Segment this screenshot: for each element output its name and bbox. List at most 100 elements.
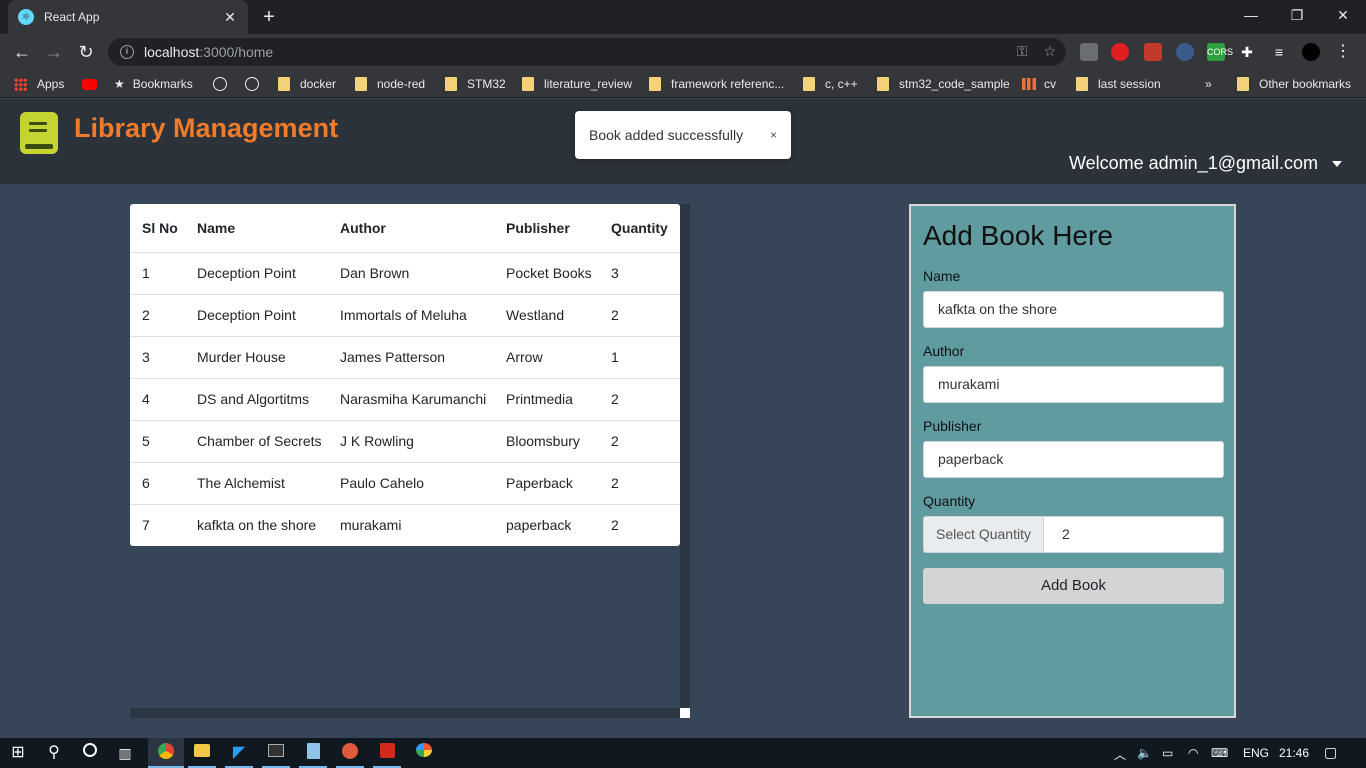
cell-publisher: Pocket Books	[506, 265, 592, 281]
cell-quantity: 2	[611, 433, 619, 449]
bookmark-apps[interactable]: Apps	[14, 76, 64, 92]
forward-button[interactable]: →	[42, 40, 66, 64]
header-sl-no: Sl No	[142, 219, 178, 236]
key-icon[interactable]: ⚿	[1017, 43, 1028, 60]
add-book-button[interactable]: Add Book	[923, 568, 1224, 604]
windows-start-icon[interactable]: ⊞	[8, 743, 28, 763]
wifi-icon[interactable]: ◠	[1188, 746, 1198, 760]
bookmark-cv[interactable]: cv	[1022, 76, 1056, 92]
restore-button[interactable]: ❐	[1274, 0, 1320, 32]
cortana-icon[interactable]	[80, 743, 100, 763]
bookmark-literature-review[interactable]: literature_review	[522, 76, 632, 92]
profile-avatar[interactable]	[1302, 43, 1320, 61]
cell-publisher: paperback	[506, 517, 572, 534]
name-input[interactable]: kafkta on the shore	[923, 291, 1224, 328]
star-icon[interactable]: ☆	[1043, 43, 1056, 60]
tab-title: React App	[44, 10, 100, 24]
chrome-icon	[156, 743, 176, 763]
notepad-icon[interactable]	[303, 743, 323, 763]
pdf-reader-icon[interactable]	[377, 743, 397, 763]
task-view-icon[interactable]: ▥	[115, 743, 135, 763]
terminal-icon[interactable]	[266, 743, 286, 763]
url-path: :3000/home	[199, 44, 274, 60]
folder-icon	[1076, 77, 1088, 91]
cell-sl-no: 3	[142, 349, 150, 365]
add-book-form: Add Book Here Name kafkta on the shore A…	[909, 204, 1236, 718]
quantity-input[interactable]: 2	[1044, 516, 1224, 553]
browser-tab[interactable]: ⚛ React App ✕	[8, 0, 248, 34]
bookmark-stm32-code-sample[interactable]: stm32_code_sample	[877, 76, 1010, 92]
globe-icon	[245, 77, 259, 91]
cell-publisher: Westland	[506, 307, 565, 323]
bookmark-framework-reference[interactable]: framework referenc...	[649, 76, 784, 92]
browser-toolbar: ← → ↻ i localhost:3000/home ⚿ ☆ CORS ✚ ≡…	[0, 34, 1366, 70]
minimize-button[interactable]: —	[1228, 0, 1274, 32]
file-explorer-icon[interactable]	[192, 743, 212, 763]
keyboard-icon[interactable]: ⌨	[1211, 746, 1228, 760]
reload-button[interactable]: ↻	[74, 40, 98, 64]
youtube-bookmark[interactable]	[82, 76, 97, 92]
cors-extension-icon[interactable]: CORS	[1207, 43, 1233, 61]
resize-handle[interactable]	[680, 708, 690, 718]
cell-author: Dan Brown	[340, 265, 410, 281]
bookmark-docker[interactable]: docker	[278, 76, 336, 92]
books-table: Sl No Name Author Publisher Quantity 1 D…	[130, 204, 680, 546]
folder-icon	[355, 77, 367, 91]
bookmark-c-cpp[interactable]: c, c++	[803, 76, 858, 92]
publisher-input[interactable]: paperback	[923, 441, 1224, 478]
bookmark-bookmarks[interactable]: ★ Bookmarks	[114, 76, 193, 92]
bookmark-last-session[interactable]: last session	[1076, 76, 1161, 92]
cell-sl-no: 1	[142, 265, 150, 281]
site-info-icon[interactable]: i	[120, 45, 134, 59]
folder-icon	[445, 77, 457, 91]
close-window-button[interactable]: ✕	[1320, 0, 1366, 32]
globe-bookmark[interactable]	[213, 76, 227, 92]
vscode-icon[interactable]: ◤	[229, 743, 249, 763]
language-indicator[interactable]: ENG	[1243, 746, 1269, 760]
folder-icon	[877, 77, 889, 91]
quantity-input-group: Select Quantity 2	[923, 516, 1224, 553]
folder-icon	[522, 77, 534, 91]
cell-publisher: Printmedia	[506, 391, 573, 407]
bookmark-node-red[interactable]: node-red	[355, 76, 425, 92]
address-bar[interactable]: i localhost:3000/home ⚿ ☆	[108, 38, 1066, 66]
apps-grid-icon	[14, 77, 27, 91]
cell-author: Immortals of Meluha	[340, 307, 467, 323]
extension-icon[interactable]	[1080, 43, 1098, 61]
cell-quantity: 1	[611, 349, 619, 365]
back-button[interactable]: ←	[10, 40, 34, 64]
app-title[interactable]: Library Management	[74, 113, 338, 144]
bookmarks-overflow-button[interactable]: »	[1205, 76, 1212, 92]
cell-quantity: 2	[611, 475, 619, 491]
battery-icon[interactable]: ▭	[1162, 746, 1173, 760]
volume-icon[interactable]: 🔈	[1137, 746, 1152, 760]
media-queue-icon[interactable]: ≡	[1270, 43, 1288, 61]
search-icon[interactable]: ⚲	[44, 743, 64, 763]
paint-icon[interactable]	[414, 743, 434, 763]
table-row: 4 DS and Algortitms Narasmiha Karumanchi…	[130, 378, 680, 420]
cell-quantity: 3	[611, 265, 619, 281]
cell-name: Deception Point	[197, 265, 296, 281]
extension-icon[interactable]	[1176, 43, 1194, 61]
new-tab-button[interactable]: +	[258, 6, 280, 28]
cell-publisher: Bloomsbury	[506, 433, 580, 449]
show-hidden-icons-icon[interactable]: ︿	[1114, 746, 1126, 763]
bookmark-stm32[interactable]: STM32	[445, 76, 506, 92]
kebab-menu-icon[interactable]: ⋮	[1334, 43, 1352, 61]
vertical-scrollbar[interactable]	[680, 204, 690, 718]
extension-icon[interactable]	[1144, 43, 1162, 61]
tab-close-icon[interactable]: ✕	[222, 9, 238, 26]
toast-message: Book added successfully	[589, 127, 744, 143]
bookmark-other-bookmarks[interactable]: Other bookmarks	[1237, 76, 1351, 92]
toast-close-button[interactable]: ×	[770, 128, 777, 142]
horizontal-scrollbar[interactable]	[130, 708, 680, 718]
globe-bookmark[interactable]	[245, 76, 259, 92]
notifications-icon[interactable]: ▢	[1324, 744, 1337, 761]
puzzle-icon[interactable]: ✚	[1238, 43, 1256, 61]
adblock-extension-icon[interactable]	[1111, 43, 1129, 61]
clock[interactable]: 21:46	[1279, 746, 1309, 760]
user-menu[interactable]: Welcome admin_1@gmail.com	[1069, 153, 1342, 174]
app-icon[interactable]	[340, 743, 360, 763]
cell-author: Paulo Cahelo	[340, 475, 425, 491]
author-input[interactable]: murakami	[923, 366, 1224, 403]
